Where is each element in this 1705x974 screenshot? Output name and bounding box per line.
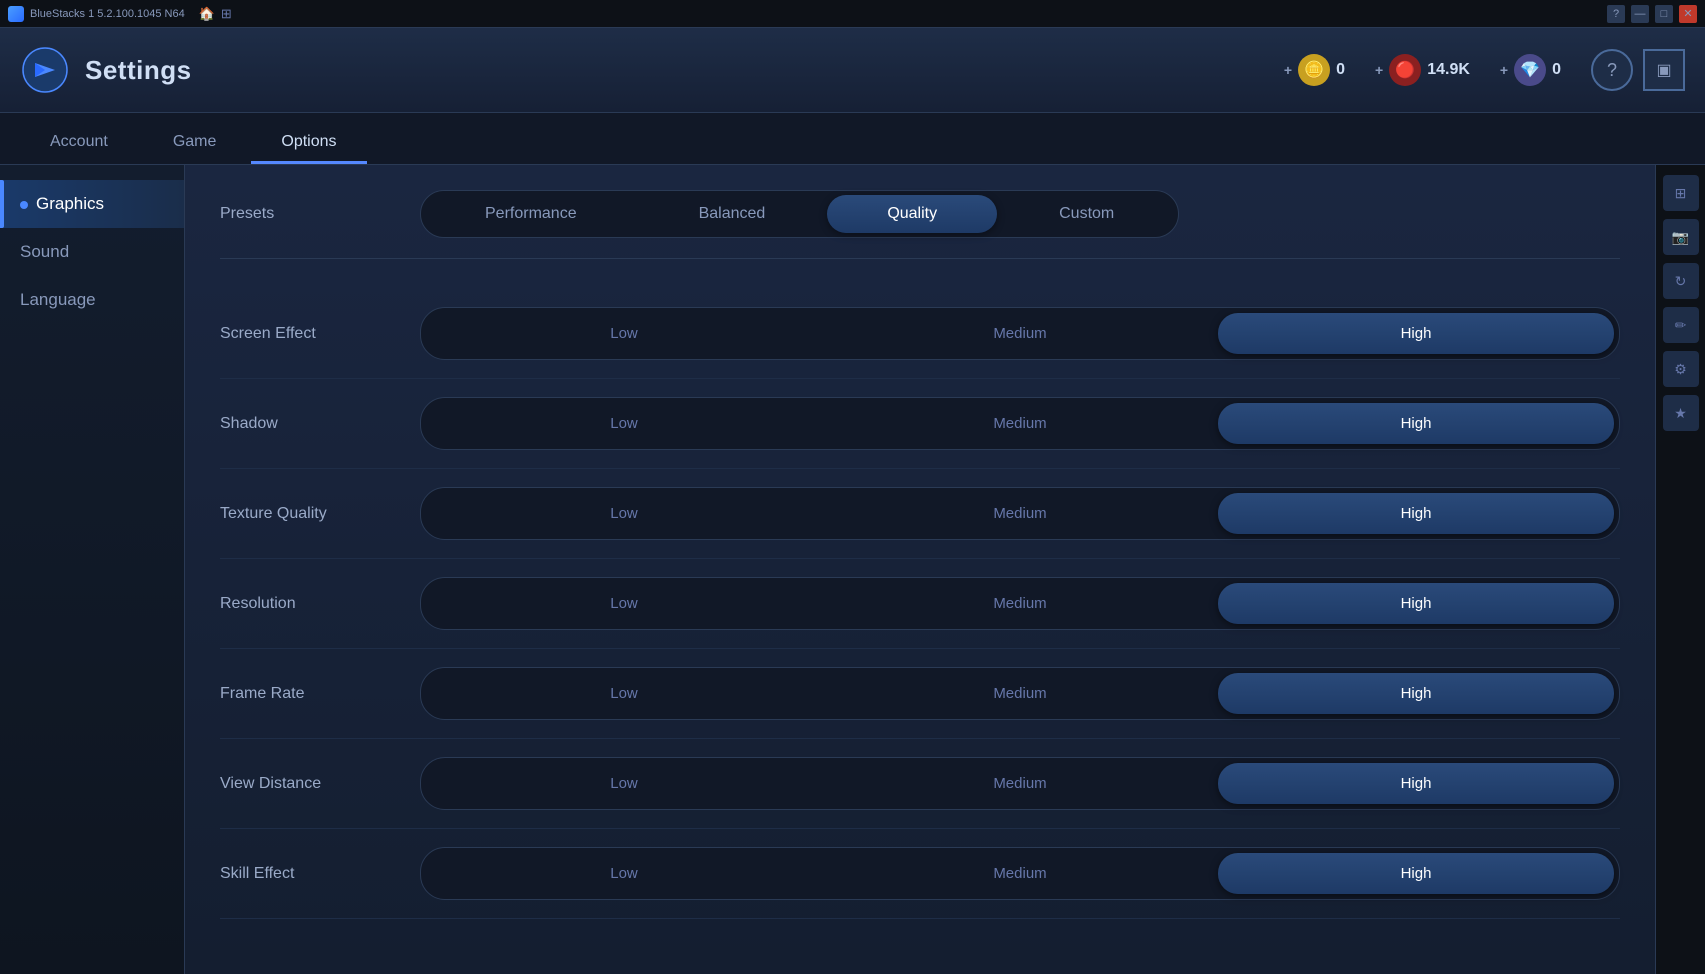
minimize-btn[interactable]: — <box>1631 5 1649 23</box>
tabs-bar: Account Game Options <box>0 113 1705 165</box>
setting-buttons-5: LowMediumHigh <box>420 757 1620 810</box>
currency-coins: + 🪙 0 <box>1284 54 1345 86</box>
help-title-btn[interactable]: ? <box>1607 5 1625 23</box>
close-btn[interactable]: ✕ <box>1679 5 1697 23</box>
sidebar-item-graphics[interactable]: Graphics <box>0 180 184 228</box>
setting-btn-6-medium[interactable]: Medium <box>822 853 1218 894</box>
setting-btn-2-high[interactable]: High <box>1218 493 1614 534</box>
sidebar: Graphics Sound Language <box>0 165 185 974</box>
rt-grid-icon[interactable]: ⊞ <box>1663 175 1699 211</box>
grid-icon: ⊞ <box>221 6 232 22</box>
setting-row-2: Texture QualityLowMediumHigh <box>220 469 1620 559</box>
setting-row-6: Skill EffectLowMediumHigh <box>220 829 1620 919</box>
right-toolbar: ⊞ 📷 ↻ ✏ ⚙ ★ <box>1655 165 1705 974</box>
setting-label-1: Shadow <box>220 415 420 433</box>
title-bar-controls: ? — □ ✕ <box>1607 5 1697 23</box>
setting-label-0: Screen Effect <box>220 325 420 343</box>
setting-row-1: ShadowLowMediumHigh <box>220 379 1620 469</box>
setting-btn-6-high[interactable]: High <box>1218 853 1614 894</box>
setting-label-3: Resolution <box>220 595 420 613</box>
setting-row-3: ResolutionLowMediumHigh <box>220 559 1620 649</box>
currency-crystals: + 💎 0 <box>1500 54 1561 86</box>
setting-label-5: View Distance <box>220 775 420 793</box>
presets-label: Presets <box>220 205 420 223</box>
setting-label-4: Frame Rate <box>220 685 420 703</box>
setting-btn-1-high[interactable]: High <box>1218 403 1614 444</box>
menu-button[interactable]: ▣ <box>1643 49 1685 91</box>
setting-btn-3-low[interactable]: Low <box>426 583 822 624</box>
setting-label-2: Texture Quality <box>220 505 420 523</box>
setting-btn-0-high[interactable]: High <box>1218 313 1614 354</box>
title-bar-left: BlueStacks 1 5.2.100.1045 N64 🏠 ⊞ <box>8 6 232 22</box>
setting-btn-0-low[interactable]: Low <box>426 313 822 354</box>
settings-container: Screen EffectLowMediumHighShadowLowMediu… <box>220 289 1620 919</box>
rt-refresh-icon[interactable]: ↻ <box>1663 263 1699 299</box>
coins-value: 0 <box>1336 61 1345 79</box>
setting-row-4: Frame RateLowMediumHigh <box>220 649 1620 739</box>
setting-btn-2-medium[interactable]: Medium <box>822 493 1218 534</box>
header: Settings + 🪙 0 + 🔴 14.9K + 💎 0 ? ▣ <box>0 28 1705 113</box>
page-title: Settings <box>85 55 192 86</box>
setting-buttons-1: LowMediumHigh <box>420 397 1620 450</box>
title-bar: BlueStacks 1 5.2.100.1045 N64 🏠 ⊞ ? — □ … <box>0 0 1705 28</box>
setting-row-5: View DistanceLowMediumHigh <box>220 739 1620 829</box>
tab-options[interactable]: Options <box>251 123 366 164</box>
main-window: Settings + 🪙 0 + 🔴 14.9K + 💎 0 ? ▣ Accou… <box>0 28 1705 974</box>
setting-btn-5-medium[interactable]: Medium <box>822 763 1218 804</box>
presets-row: Presets Performance Balanced Quality Cus… <box>220 190 1620 259</box>
setting-buttons-6: LowMediumHigh <box>420 847 1620 900</box>
setting-buttons-0: LowMediumHigh <box>420 307 1620 360</box>
gems-value: 14.9K <box>1427 61 1470 79</box>
setting-btn-6-low[interactable]: Low <box>426 853 822 894</box>
app-name: BlueStacks 1 5.2.100.1045 N64 <box>30 8 185 20</box>
setting-btn-1-low[interactable]: Low <box>426 403 822 444</box>
setting-btn-4-medium[interactable]: Medium <box>822 673 1218 714</box>
setting-btn-4-low[interactable]: Low <box>426 673 822 714</box>
setting-btn-1-medium[interactable]: Medium <box>822 403 1218 444</box>
header-currency: + 🪙 0 + 🔴 14.9K + 💎 0 <box>1284 54 1561 86</box>
gems-icon: 🔴 <box>1389 54 1421 86</box>
setting-btn-5-high[interactable]: High <box>1218 763 1614 804</box>
crystals-icon: 💎 <box>1514 54 1546 86</box>
preset-quality[interactable]: Quality <box>827 195 997 233</box>
app-icon <box>8 6 24 22</box>
rt-gear-icon[interactable]: ⚙ <box>1663 351 1699 387</box>
coins-icon: 🪙 <box>1298 54 1330 86</box>
content-area: Graphics Sound Language Presets Performa… <box>0 165 1705 974</box>
crystals-value: 0 <box>1552 61 1561 79</box>
setting-btn-3-medium[interactable]: Medium <box>822 583 1218 624</box>
currency-gems: + 🔴 14.9K <box>1375 54 1470 86</box>
setting-btn-4-high[interactable]: High <box>1218 673 1614 714</box>
setting-btn-5-low[interactable]: Low <box>426 763 822 804</box>
setting-btn-0-medium[interactable]: Medium <box>822 313 1218 354</box>
sidebar-item-sound[interactable]: Sound <box>0 228 184 276</box>
preset-custom[interactable]: Custom <box>999 195 1174 233</box>
setting-label-6: Skill Effect <box>220 865 420 883</box>
restore-btn[interactable]: □ <box>1655 5 1673 23</box>
rt-camera-icon[interactable]: 📷 <box>1663 219 1699 255</box>
home-icon: 🏠 <box>199 6 215 22</box>
rt-star-icon[interactable]: ★ <box>1663 395 1699 431</box>
tab-game[interactable]: Game <box>143 123 247 164</box>
rt-edit-icon[interactable]: ✏ <box>1663 307 1699 343</box>
preset-buttons-group: Performance Balanced Quality Custom <box>420 190 1179 238</box>
bluestacks-logo <box>20 45 70 95</box>
setting-buttons-2: LowMediumHigh <box>420 487 1620 540</box>
preset-balanced[interactable]: Balanced <box>639 195 826 233</box>
help-button[interactable]: ? <box>1591 49 1633 91</box>
setting-row-0: Screen EffectLowMediumHigh <box>220 289 1620 379</box>
setting-buttons-4: LowMediumHigh <box>420 667 1620 720</box>
tab-account[interactable]: Account <box>20 123 138 164</box>
setting-buttons-3: LowMediumHigh <box>420 577 1620 630</box>
sidebar-item-language[interactable]: Language <box>0 276 184 324</box>
setting-btn-2-low[interactable]: Low <box>426 493 822 534</box>
setting-btn-3-high[interactable]: High <box>1218 583 1614 624</box>
preset-performance[interactable]: Performance <box>425 195 637 233</box>
main-panel: Presets Performance Balanced Quality Cus… <box>185 165 1655 974</box>
